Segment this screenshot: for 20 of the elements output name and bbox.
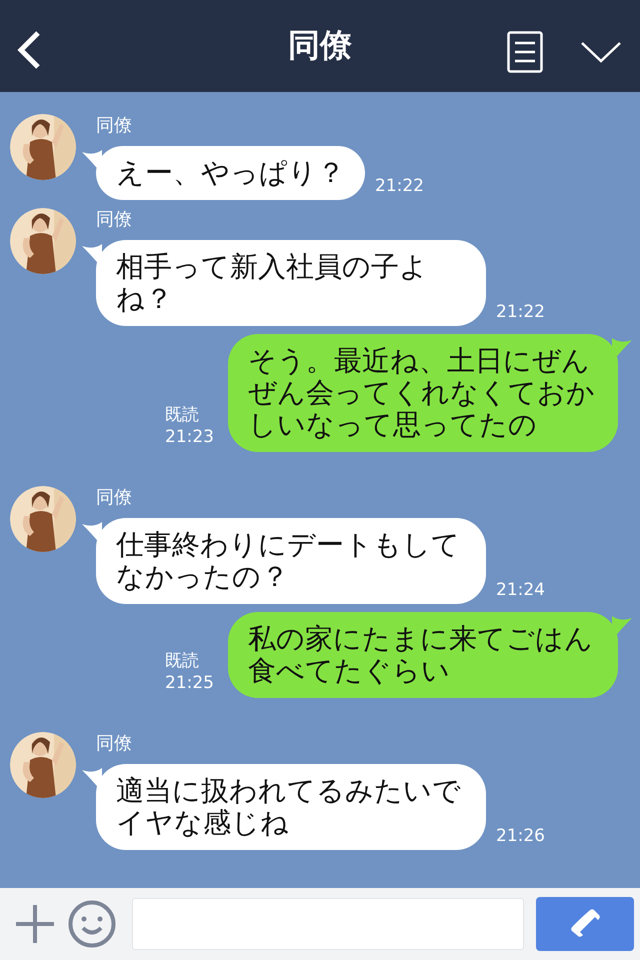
- read-receipt: 既読: [165, 650, 200, 672]
- message-time: 21:26: [496, 826, 545, 846]
- sender-name: 同僚: [96, 208, 133, 232]
- message-input[interactable]: [132, 898, 524, 950]
- message-time: 21:22: [496, 302, 545, 322]
- sender-name: 同僚: [96, 732, 133, 756]
- plus-icon[interactable]: [14, 903, 56, 945]
- smiley-icon[interactable]: [68, 900, 116, 948]
- sender-name: 同僚: [96, 114, 133, 138]
- call-button[interactable]: [536, 897, 634, 951]
- chevron-down-icon[interactable]: [580, 40, 622, 64]
- menu-icon[interactable]: [507, 31, 543, 73]
- message-time: 21:22: [375, 176, 424, 196]
- chat-title: 同僚: [288, 25, 352, 66]
- message-time: 21:25: [165, 672, 214, 694]
- sender-name: 同僚: [96, 486, 133, 510]
- message-time: 21:24: [496, 580, 545, 600]
- read-receipt: 既読: [165, 404, 200, 426]
- message-time: 21:23: [165, 426, 214, 448]
- back-icon[interactable]: [16, 30, 42, 70]
